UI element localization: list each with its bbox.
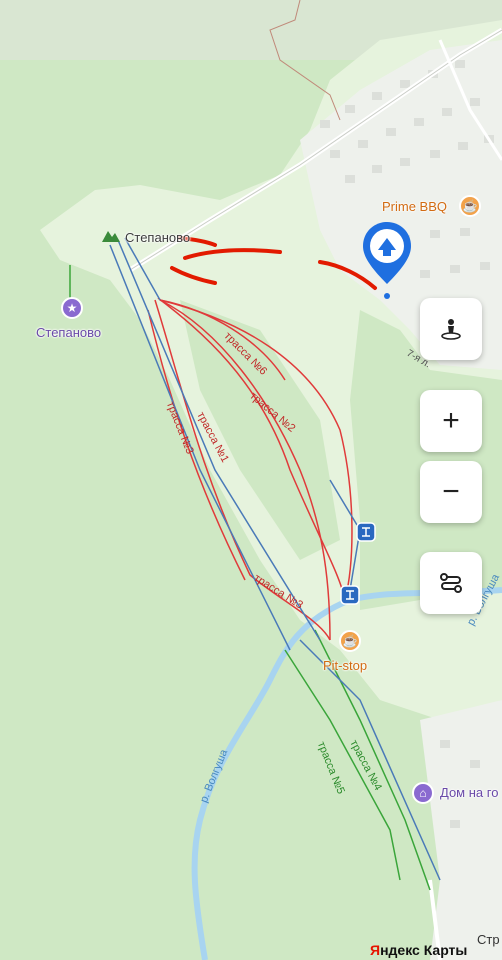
lift-station-icon [340, 585, 360, 605]
cafe-icon[interactable]: ☕ [339, 630, 361, 652]
plus-icon: + [442, 404, 460, 437]
layers-button[interactable] [420, 298, 482, 360]
poi-label-prime-bbq[interactable]: Prime BBQ [382, 199, 447, 214]
street-label: Стр [477, 932, 500, 947]
lift-station-icon [356, 522, 376, 542]
logo-y: Я [370, 942, 381, 958]
yandex-maps-logo: Яндекс Карты [370, 942, 467, 958]
person-location-icon [441, 319, 461, 340]
route-button[interactable] [420, 552, 482, 614]
cafe-icon[interactable]: ☕ [459, 195, 481, 217]
poi-label-stepanovo-trophy[interactable]: Степаново [36, 325, 101, 340]
trophy-icon[interactable]: ★ [61, 297, 83, 319]
hotel-icon[interactable]: ⌂ [412, 782, 434, 804]
logo-text: ндекс Карты [380, 942, 468, 958]
zoom-out-button[interactable]: − [420, 461, 482, 523]
poi-label-pit-stop[interactable]: Pit-stop [323, 658, 367, 673]
zoom-in-button[interactable]: + [420, 390, 482, 452]
poi-label-dom[interactable]: Дом на го [440, 785, 498, 800]
poi-label-stepanovo-peak[interactable]: Степаново [125, 230, 190, 245]
minus-icon: − [442, 475, 460, 508]
route-icon [440, 573, 462, 593]
